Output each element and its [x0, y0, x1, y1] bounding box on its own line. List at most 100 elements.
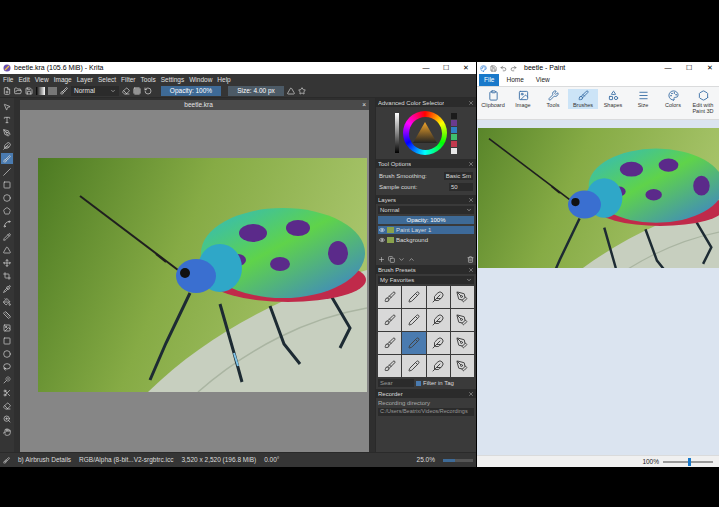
menu-item[interactable]: Help: [217, 75, 230, 85]
tool-button[interactable]: [1, 309, 13, 320]
docker-header[interactable]: Brush Presets: [376, 265, 476, 274]
brush-preset[interactable]: [378, 355, 401, 377]
layer-row[interactable]: Background: [378, 236, 474, 244]
menu-item[interactable]: Layer: [77, 75, 93, 85]
color-swatch[interactable]: [451, 141, 457, 147]
color-swatch[interactable]: [451, 134, 457, 140]
visibility-icon[interactable]: [379, 237, 385, 243]
tool-button[interactable]: [1, 387, 13, 398]
color-swatch[interactable]: [451, 148, 457, 154]
ribbon-group[interactable]: Image: [508, 89, 538, 109]
window-control[interactable]: —: [416, 63, 436, 74]
eraser-icon[interactable]: [122, 87, 130, 95]
redo-icon[interactable]: [510, 65, 517, 72]
zoom-slider[interactable]: [663, 461, 713, 463]
color-triangle-icon[interactable]: [412, 121, 438, 145]
menu-item[interactable]: View: [35, 75, 49, 85]
docker-header[interactable]: Tool Options: [376, 159, 476, 168]
visibility-icon[interactable]: [379, 227, 385, 233]
brush-preset[interactable]: [378, 286, 401, 308]
brush-preset[interactable]: [378, 332, 401, 354]
docker-header[interactable]: Advanced Color Selector: [376, 98, 476, 107]
brush-preset[interactable]: [451, 332, 474, 354]
ribbon-group[interactable]: Clipboard: [478, 89, 508, 109]
brush-preset[interactable]: [427, 286, 450, 308]
tool-button[interactable]: [1, 348, 13, 359]
menu-item[interactable]: Edit: [18, 75, 29, 85]
brush-preset[interactable]: [451, 286, 474, 308]
zoom-thumb[interactable]: [688, 458, 691, 466]
close-icon[interactable]: [468, 161, 474, 167]
zoom-slider[interactable]: [443, 459, 473, 462]
tool-button[interactable]: [1, 101, 13, 112]
menu-item[interactable]: Image: [54, 75, 72, 85]
tool-button[interactable]: [1, 179, 13, 190]
window-control[interactable]: ☐: [436, 63, 456, 74]
brush-preset[interactable]: [402, 309, 425, 331]
layer-opacity[interactable]: Opacity: 100%: [378, 216, 474, 224]
option-value[interactable]: 50: [449, 183, 473, 191]
blend-mode-select[interactable]: Normal: [71, 86, 119, 96]
tool-button[interactable]: [1, 270, 13, 281]
layer-row[interactable]: Paint Layer 1: [378, 226, 474, 234]
color-selector[interactable]: [376, 107, 476, 159]
recorder-path[interactable]: C:/Users/Beatrix/Videos/Recordings: [378, 408, 474, 416]
gradient-swatch[interactable]: [36, 87, 45, 95]
tool-button[interactable]: [1, 127, 13, 138]
tool-button[interactable]: [1, 114, 13, 125]
tool-button[interactable]: [1, 257, 13, 268]
color-swatch[interactable]: [451, 113, 457, 119]
tool-button[interactable]: [1, 413, 13, 424]
size-slider[interactable]: Size: 4.00 px: [228, 86, 284, 96]
mirror-icon[interactable]: [287, 87, 295, 95]
menu-item[interactable]: Window: [189, 75, 212, 85]
brush-preset[interactable]: [402, 286, 425, 308]
brush-preset[interactable]: [427, 355, 450, 377]
alpha-icon[interactable]: [133, 87, 141, 95]
brush-preset[interactable]: [451, 309, 474, 331]
menu-item[interactable]: File: [3, 75, 13, 85]
close-icon[interactable]: [468, 100, 474, 106]
window-control[interactable]: ✕: [456, 63, 476, 74]
brush-preset[interactable]: [451, 355, 474, 377]
menu-item[interactable]: Settings: [161, 75, 185, 85]
ribbon-tab[interactable]: File: [479, 74, 499, 86]
pattern-swatch[interactable]: [48, 87, 57, 95]
tool-button[interactable]: [1, 153, 13, 164]
docker-header[interactable]: Recorder: [376, 389, 476, 398]
tool-button[interactable]: [1, 400, 13, 411]
tool-button[interactable]: [1, 361, 13, 372]
move-down-icon[interactable]: [398, 256, 405, 263]
wrap-icon[interactable]: [298, 87, 306, 95]
ribbon-tab[interactable]: View: [531, 74, 555, 86]
window-control[interactable]: ☐: [680, 63, 698, 74]
ribbon-group[interactable]: Shapes: [598, 89, 628, 109]
filter-checkbox[interactable]: [416, 381, 421, 386]
save-icon[interactable]: [25, 87, 33, 95]
ribbon-group[interactable]: Tools: [538, 89, 568, 109]
tool-button[interactable]: [1, 426, 13, 437]
tool-button[interactable]: [1, 192, 13, 203]
menu-item[interactable]: Filter: [121, 75, 135, 85]
tool-button[interactable]: [1, 374, 13, 385]
brush-preset[interactable]: [402, 355, 425, 377]
color-swatch[interactable]: [451, 127, 457, 133]
new-icon[interactable]: [3, 87, 11, 95]
paint-canvas[interactable]: [478, 128, 719, 268]
menu-item[interactable]: Tools: [141, 75, 156, 85]
ribbon-group[interactable]: Colors: [658, 89, 688, 109]
move-up-icon[interactable]: [408, 256, 415, 263]
brush-preset-icon[interactable]: [60, 87, 68, 95]
duplicate-icon[interactable]: [388, 256, 395, 263]
canvas[interactable]: [20, 110, 369, 452]
color-history[interactable]: [395, 113, 399, 153]
preset-tag-select[interactable]: My Favorites: [378, 276, 474, 284]
close-icon[interactable]: [468, 267, 474, 273]
docker-header[interactable]: Layers: [376, 195, 476, 204]
undo-icon[interactable]: [500, 65, 507, 72]
tool-button[interactable]: [1, 166, 13, 177]
close-icon[interactable]: [468, 197, 474, 203]
reload-icon[interactable]: [144, 87, 152, 95]
tool-button[interactable]: [1, 283, 13, 294]
menu-item[interactable]: Select: [98, 75, 116, 85]
